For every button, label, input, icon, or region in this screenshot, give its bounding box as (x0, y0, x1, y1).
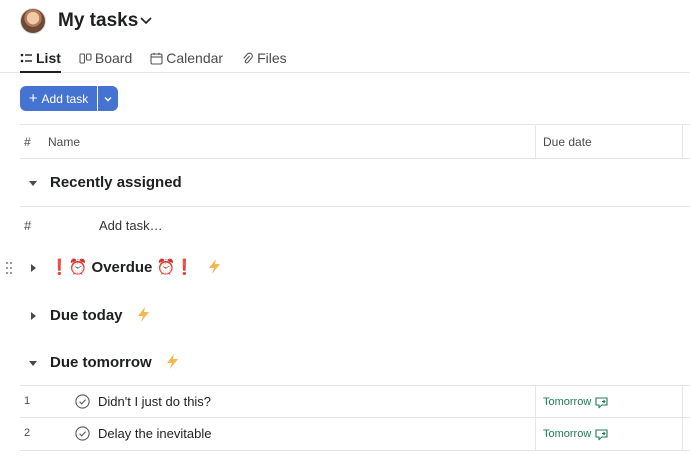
task-name[interactable]: Didn't I just do this? (98, 394, 211, 409)
column-divider (682, 418, 683, 450)
section-title-text: Due tomorrow (50, 354, 152, 371)
column-divider[interactable] (682, 125, 683, 158)
column-divider (535, 386, 536, 417)
section-due-tomorrow: Due tomorrow (20, 343, 690, 383)
task-number: 1 (24, 395, 31, 407)
section-title[interactable]: Recently assigned (50, 174, 182, 192)
chevron-down-icon (104, 96, 112, 101)
section-title[interactable]: ❗⏰ Overdue ⏰❗ (50, 259, 221, 277)
section-expand-icon[interactable] (28, 263, 38, 273)
list-icon (20, 52, 33, 65)
tab-board-label: Board (94, 50, 133, 66)
section-title-text: Due today (50, 307, 123, 324)
table-header: # Name Due date (20, 124, 690, 159)
add-task-hash: # (24, 218, 32, 233)
tab-calendar-label: Calendar (166, 50, 224, 66)
column-header-number: # (24, 135, 31, 149)
lightning-bolt-icon (209, 259, 221, 274)
tab-files[interactable]: Files (241, 44, 287, 72)
table-row[interactable]: 1 Didn't I just do this? Tomorrow (20, 385, 690, 418)
due-date-text: Tomorrow (543, 396, 592, 408)
task-number: 2 (24, 427, 31, 439)
section-expand-icon[interactable] (28, 311, 38, 321)
task-due-date[interactable]: Tomorrow (543, 427, 610, 441)
recurring-icon (595, 397, 608, 409)
complete-checkmark-icon[interactable] (75, 394, 90, 409)
paperclip-icon (241, 52, 254, 65)
section-collapse-icon[interactable] (28, 178, 38, 188)
board-icon (79, 52, 92, 65)
tab-board[interactable]: Board (79, 44, 132, 72)
add-task-dropdown-button[interactable] (98, 86, 118, 111)
column-header-name[interactable]: Name (48, 135, 80, 149)
tab-list-label: List (36, 50, 61, 66)
add-task-button-label: Add task (41, 91, 89, 106)
section-overdue: ❗⏰ Overdue ⏰❗ (20, 248, 690, 288)
column-header-due-date[interactable]: Due date (543, 135, 592, 149)
calendar-icon (150, 52, 163, 65)
task-due-date[interactable]: Tomorrow (543, 395, 610, 409)
section-due-today: Due today (20, 296, 690, 336)
drag-handle-icon[interactable] (5, 261, 13, 275)
add-task-row[interactable]: # Add task… (20, 206, 690, 243)
recurring-icon (595, 429, 608, 441)
add-task-inline-input[interactable]: Add task… (99, 218, 163, 233)
section-title-text: ❗⏰ Overdue ⏰❗ (50, 259, 194, 276)
task-name[interactable]: Delay the inevitable (98, 426, 211, 441)
tab-files-label: Files (257, 50, 287, 66)
view-tabs: List Board Calendar Files (20, 44, 305, 73)
page-title: My tasks (58, 10, 139, 31)
tab-calendar[interactable]: Calendar (150, 44, 223, 72)
section-recently-assigned: Recently assigned (20, 163, 690, 203)
add-task-button[interactable]: + Add task (20, 86, 97, 111)
complete-checkmark-icon[interactable] (75, 426, 90, 441)
section-collapse-icon[interactable] (28, 358, 38, 368)
due-date-text: Tomorrow (543, 428, 592, 440)
table-row[interactable]: 2 Delay the inevitable Tomorrow (20, 418, 690, 451)
lightning-bolt-icon (166, 354, 178, 369)
tab-list[interactable]: List (20, 44, 61, 73)
user-avatar[interactable] (20, 8, 46, 34)
title-chevron-down-icon[interactable] (138, 14, 154, 28)
column-divider (682, 386, 683, 417)
page-header: My tasks List Board Calendar Files (0, 0, 690, 73)
lightning-bolt-icon (137, 307, 149, 322)
section-title[interactable]: Due tomorrow (50, 354, 179, 372)
plus-icon: + (28, 90, 38, 107)
section-title[interactable]: Due today (50, 307, 150, 325)
column-divider (535, 418, 536, 450)
my-tasks-app: My tasks List Board Calendar Files + Add… (0, 0, 690, 460)
column-divider[interactable] (535, 125, 536, 158)
